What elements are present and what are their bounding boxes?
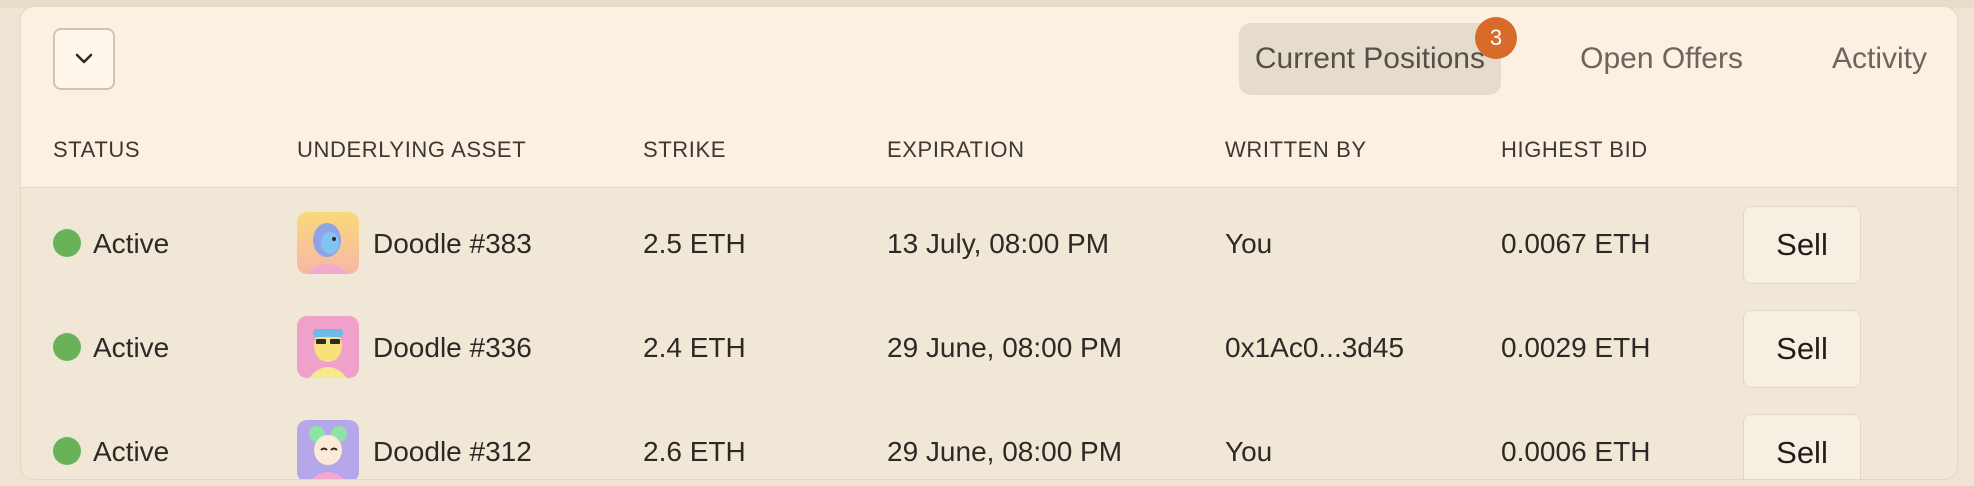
highest-bid-value: 0.0029 ETH [1501,332,1651,363]
written-by-value: 0x1Ac0...3d45 [1225,332,1405,363]
table-row[interactable]: Active Doodle #336 2.4 ETH 29 June, 08:0… [21,296,1957,400]
column-header-strike: STRIKE [643,137,727,162]
column-header-status: STATUS [53,137,141,162]
written-by-value: You [1225,228,1273,259]
tab-open-offers-label: Open Offers [1580,42,1743,75]
tab-open-offers[interactable]: Open Offers [1580,23,1743,95]
asset-name: Doodle #336 [373,332,532,363]
status-text: Active [93,332,170,363]
column-header-expiration: EXPIRATION [887,137,1025,162]
strike-value: 2.6 ETH [643,436,746,467]
expiration-value: 29 June, 08:00 PM [887,436,1123,467]
collapse-button[interactable] [53,28,115,90]
tab-current-positions[interactable]: Current Positions 3 [1238,17,1517,95]
table-row[interactable]: Active Doodle #312 2.6 ETH 29 June, 08:0… [21,400,1957,479]
column-header-written-by: WRITTEN BY [1225,137,1367,162]
sell-button[interactable]: Sell [1743,206,1861,284]
column-header-underlying-asset: UNDERLYING ASSET [297,137,527,162]
status-text: Active [93,436,170,467]
table-row[interactable]: Active Doodle #383 2.5 ETH 13 July, 08:0… [21,192,1957,296]
positions-panel: Current Positions 3 Open Offers Activity… [20,6,1958,480]
tab-activity[interactable]: Activity [1832,23,1927,95]
doodle-336-avatar [297,316,359,378]
asset-name: Doodle #383 [373,228,532,259]
status-active-dot [53,333,81,361]
doodle-312-avatar [297,420,359,479]
tab-current-positions-label: Current Positions [1254,42,1485,75]
column-header-highest-bid: HIGHEST BID [1501,137,1648,162]
expiration-value: 29 June, 08:00 PM [887,332,1123,363]
strike-value: 2.4 ETH [643,332,746,363]
sell-button[interactable]: Sell [1743,414,1861,479]
chevron-down-icon [75,53,93,64]
panel-header: Current Positions 3 Open Offers Activity… [21,7,1957,188]
doodle-383-avatar [297,212,359,274]
status-active-dot [53,437,81,465]
sell-button[interactable]: Sell [1743,310,1861,388]
tab-activity-label: Activity [1831,42,1927,75]
highest-bid-value: 0.0006 ETH [1501,436,1651,467]
positions-count-badge: 3 [1475,17,1517,59]
status-text: Active [93,228,170,259]
status-active-dot [53,229,81,257]
expiration-value: 13 July, 08:00 PM [887,228,1110,259]
strike-value: 2.5 ETH [643,228,746,259]
written-by-value: You [1225,436,1273,467]
highest-bid-value: 0.0067 ETH [1501,228,1651,259]
asset-name: Doodle #312 [373,436,532,467]
